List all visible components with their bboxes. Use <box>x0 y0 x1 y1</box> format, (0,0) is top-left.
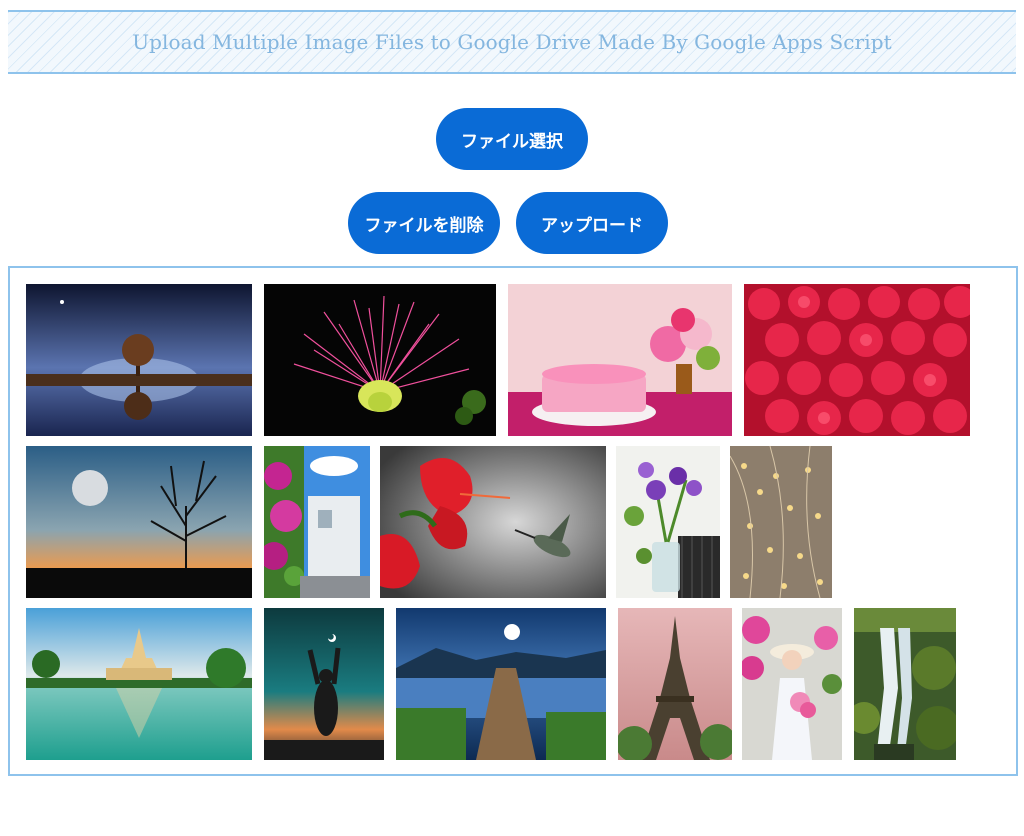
page-title: Upload Multiple Image Files to Google Dr… <box>132 30 892 54</box>
eiffel-tower-image[interactable] <box>618 608 732 760</box>
select-file-button[interactable]: ファイル選択 <box>436 108 588 170</box>
temple-reflection-image[interactable] <box>26 608 252 760</box>
moon-tree-sunset-image[interactable] <box>26 446 252 598</box>
lake-pier-night-image[interactable] <box>396 608 606 760</box>
red-roses-image[interactable] <box>744 284 970 436</box>
image-preview-gallery <box>8 266 1018 776</box>
upload-button[interactable]: アップロード <box>516 192 668 254</box>
waterfall-image[interactable] <box>854 608 956 760</box>
page-header: Upload Multiple Image Files to Google Dr… <box>8 10 1016 74</box>
purple-flowers-vase-image[interactable] <box>616 446 720 598</box>
tree-reflection-night-image[interactable] <box>26 284 252 436</box>
string-lights-image[interactable] <box>730 446 832 598</box>
delete-file-button[interactable]: ファイルを削除 <box>348 192 500 254</box>
birthday-rose-cake-image[interactable] <box>508 284 732 436</box>
bougainvillea-street-image[interactable] <box>264 446 370 598</box>
hibiscus-hummingbird-image[interactable] <box>380 446 606 598</box>
silhouette-moon-image[interactable] <box>264 608 384 760</box>
girl-with-flowers-image[interactable] <box>742 608 842 760</box>
pink-fluffy-flower-image[interactable] <box>264 284 496 436</box>
